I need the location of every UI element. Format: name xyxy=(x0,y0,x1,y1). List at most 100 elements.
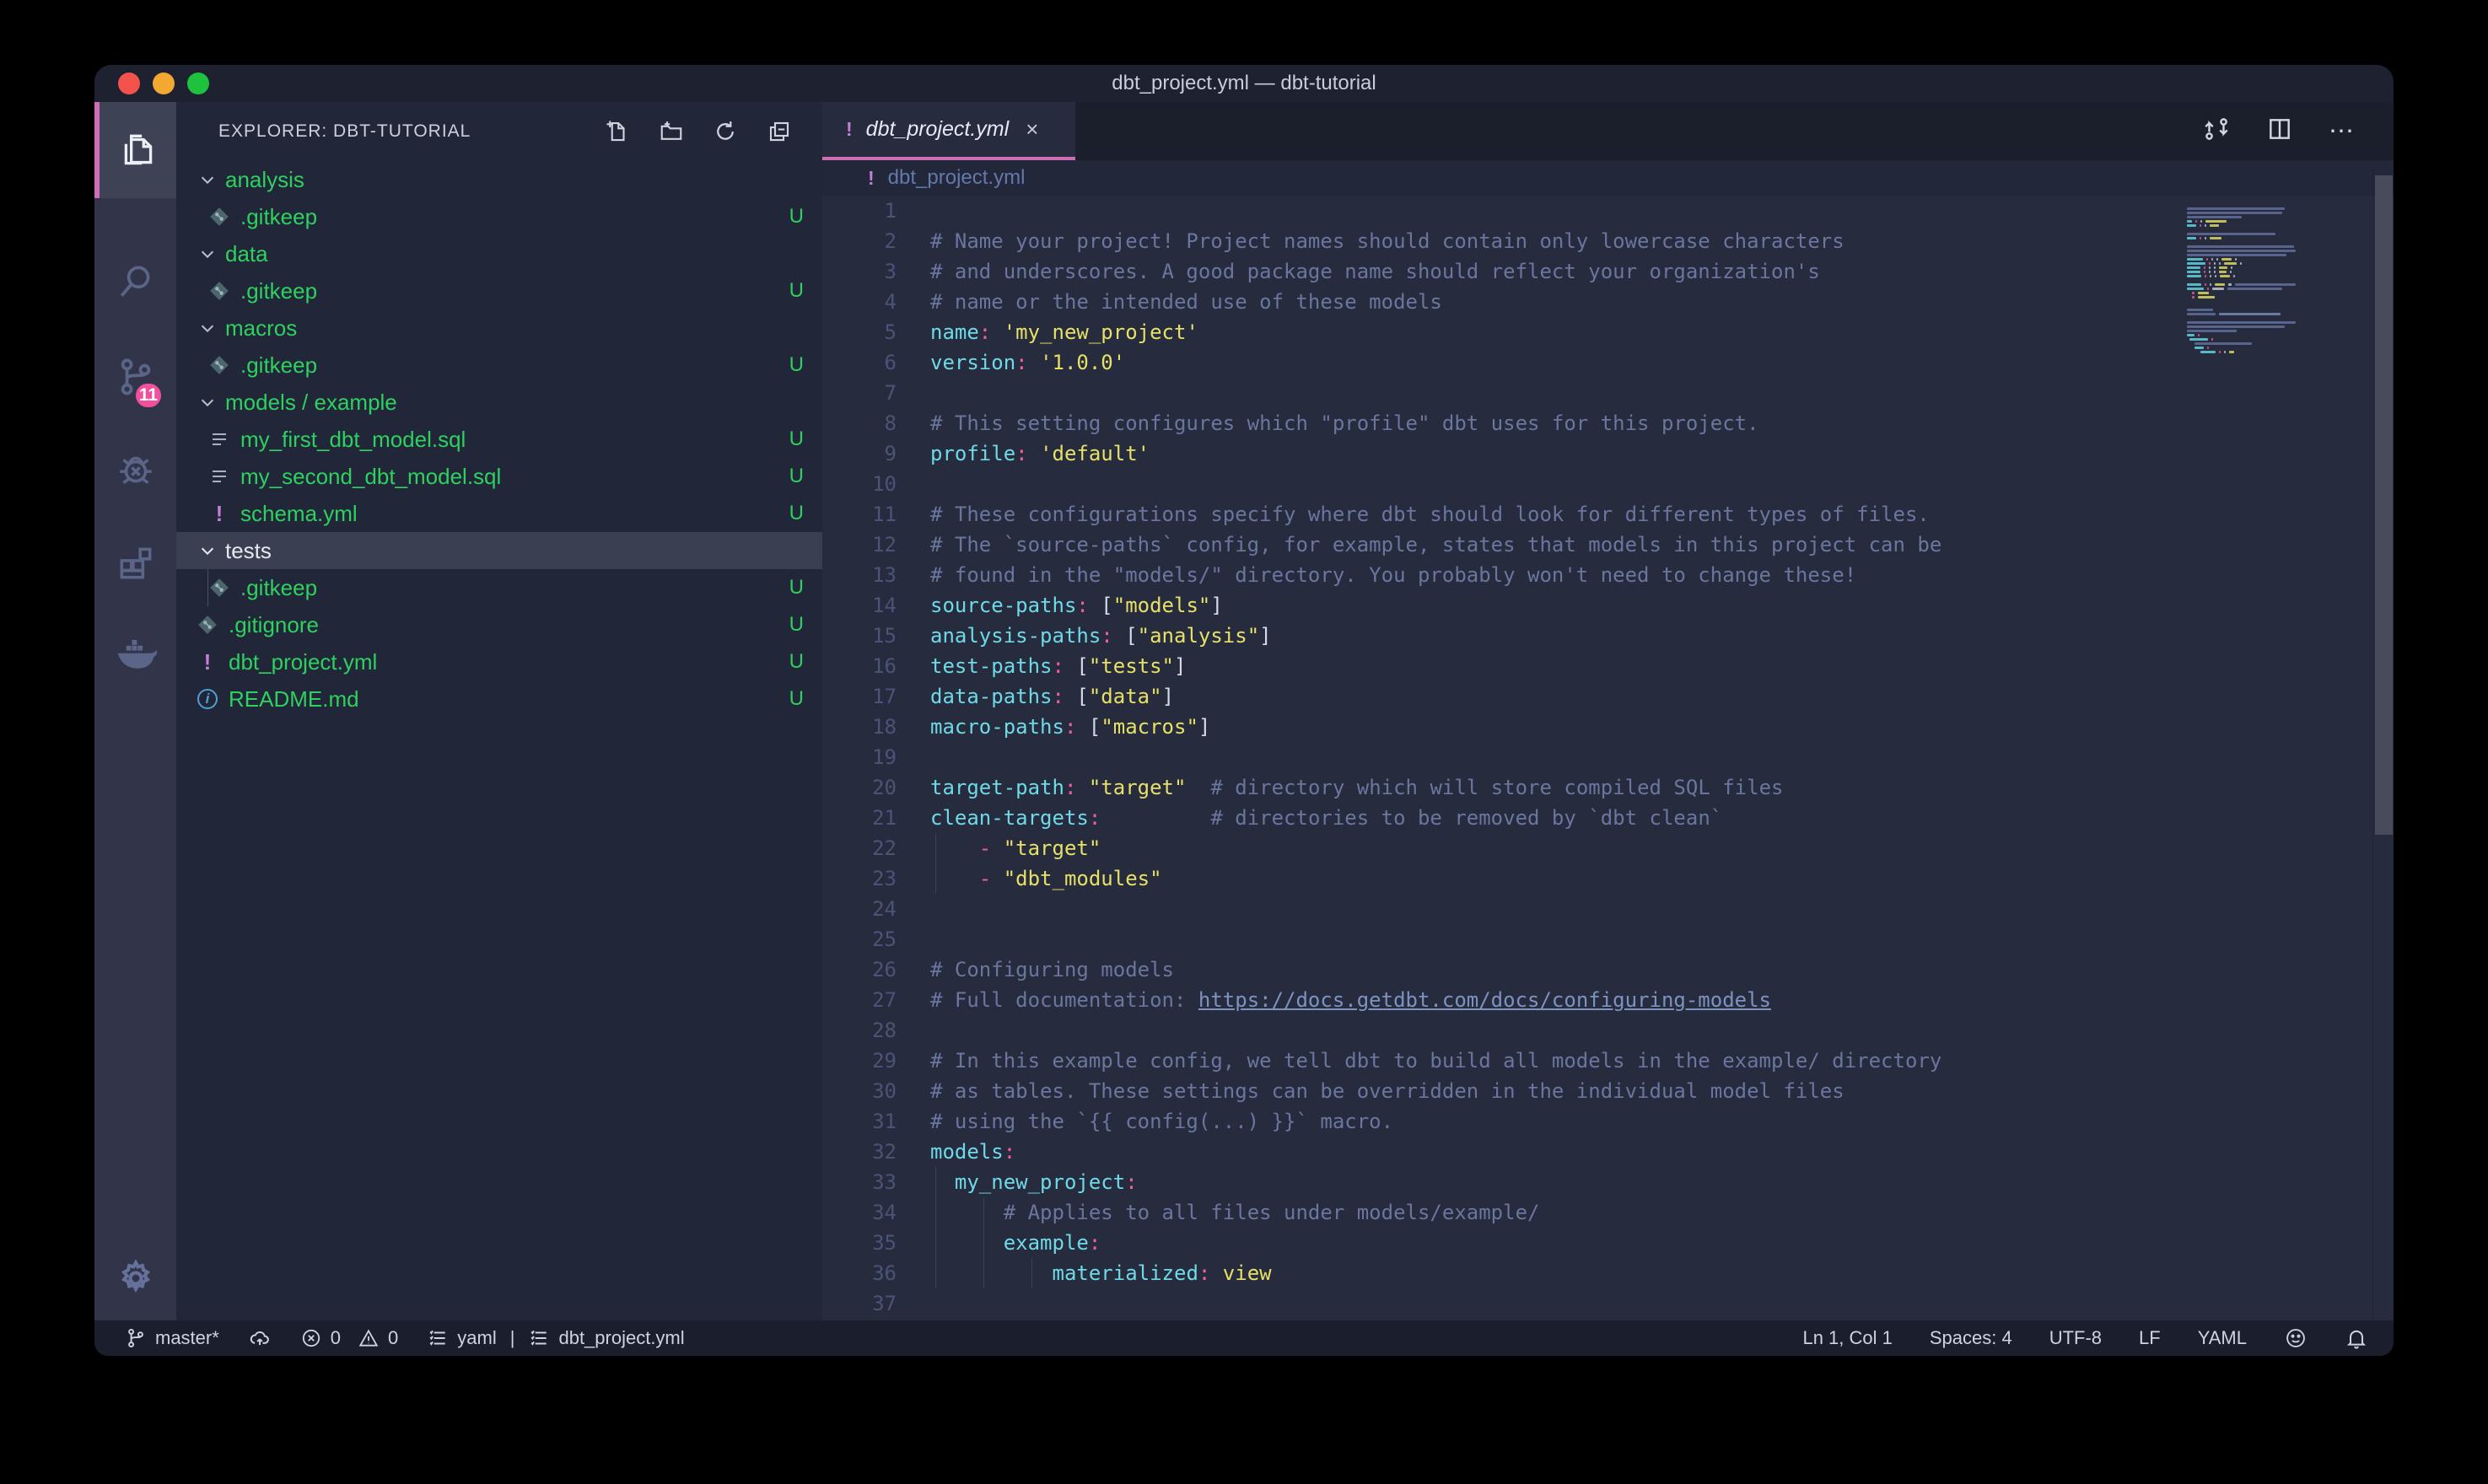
code-line[interactable]: 5name: 'my_new_project' xyxy=(822,317,2394,347)
tree-folder-macros[interactable]: macros xyxy=(176,309,822,347)
code-line[interactable]: 12# The `source-paths` config, for examp… xyxy=(822,530,2394,560)
tree-folder-data[interactable]: data xyxy=(176,235,822,272)
activity-source-control[interactable]: 11 xyxy=(94,331,176,423)
tree-file-my-second-dbt-model-sql[interactable]: my_second_dbt_model.sqlU xyxy=(176,458,822,495)
sync-status[interactable] xyxy=(248,1326,272,1350)
activity-explorer[interactable] xyxy=(94,102,176,198)
sql-file-icon xyxy=(208,466,230,487)
tree-file-schema-yml[interactable]: !schema.ymlU xyxy=(176,495,822,532)
code-line[interactable]: 33 my_new_project: xyxy=(822,1167,2394,1197)
traffic-lights xyxy=(118,73,209,94)
code-line[interactable]: 19 xyxy=(822,742,2394,772)
code-line[interactable]: 4# name or the intended use of these mod… xyxy=(822,287,2394,317)
outline-status[interactable]: yaml | dbt_project.yml xyxy=(427,1327,684,1349)
eol-status[interactable]: LF xyxy=(2139,1327,2161,1349)
tree-file--gitkeep[interactable]: .gitkeepU xyxy=(176,198,822,235)
code-line[interactable]: 29# In this example config, we tell dbt … xyxy=(822,1046,2394,1076)
activity-debug[interactable] xyxy=(94,423,176,516)
activity-settings[interactable] xyxy=(94,1232,176,1325)
code-line[interactable]: 34 # Applies to all files under models/e… xyxy=(822,1197,2394,1228)
tree-file--gitkeep[interactable]: .gitkeepU xyxy=(176,272,822,309)
cursor-position[interactable]: Ln 1, Col 1 xyxy=(1802,1327,1892,1349)
notifications-bell-icon[interactable] xyxy=(2345,1326,2368,1350)
bug-icon xyxy=(115,449,157,491)
problems-status[interactable]: 0 0 xyxy=(300,1327,399,1349)
activity-search[interactable] xyxy=(94,235,176,328)
code-line[interactable]: 7 xyxy=(822,378,2394,408)
code-line[interactable]: 22 - "target" xyxy=(822,833,2394,863)
code-token xyxy=(1076,715,1088,739)
branch-status[interactable]: master* xyxy=(125,1327,219,1349)
code-line[interactable]: 31# using the `{{ config(...) }}` macro. xyxy=(822,1106,2394,1137)
code-line[interactable]: 15analysis-paths: ["analysis"] xyxy=(822,621,2394,651)
code-line[interactable]: 6version: '1.0.0' xyxy=(822,347,2394,378)
code-line[interactable]: 24 xyxy=(822,894,2394,924)
new-folder-button[interactable] xyxy=(659,119,684,144)
encoding-status[interactable]: UTF-8 xyxy=(2049,1327,2102,1349)
activity-docker[interactable] xyxy=(94,609,176,702)
zoom-window-button[interactable] xyxy=(187,73,209,94)
code-line[interactable]: 23 - "dbt_modules" xyxy=(822,863,2394,894)
code-line[interactable]: 10 xyxy=(822,469,2394,499)
doc-link[interactable]: https://docs.getdbt.com/docs/configuring… xyxy=(1198,988,1771,1012)
tree-folder-analysis[interactable]: analysis xyxy=(176,161,822,198)
tree-file--gitignore[interactable]: .gitignoreU xyxy=(176,606,822,643)
code-line[interactable]: 26# Configuring models xyxy=(822,954,2394,985)
tree-file--gitkeep[interactable]: .gitkeepU xyxy=(176,347,822,384)
split-editor-icon[interactable] xyxy=(2266,116,2293,147)
breadcrumb[interactable]: ! dbt_project.yml xyxy=(822,160,2394,196)
tree-folder-tests[interactable]: tests xyxy=(176,532,822,569)
status-bar: master* 0 0 yaml | xyxy=(94,1320,2394,1356)
code-line[interactable]: 17data-paths: ["data"] xyxy=(822,681,2394,712)
code-line[interactable]: 11# These configurations specify where d… xyxy=(822,499,2394,530)
tab-close-icon[interactable]: × xyxy=(1026,116,1038,142)
code-token: - xyxy=(979,867,1004,890)
breadcrumb-file[interactable]: dbt_project.yml xyxy=(888,166,1026,190)
code-line[interactable]: 2# Name your project! Project names shou… xyxy=(822,226,2394,256)
language-mode[interactable]: YAML xyxy=(2198,1327,2247,1349)
code-line[interactable]: 37 xyxy=(822,1288,2394,1319)
tree-file-my-first-dbt-model-sql[interactable]: my_first_dbt_model.sqlU xyxy=(176,421,822,458)
code-token xyxy=(1028,442,1040,465)
minimap[interactable] xyxy=(2187,203,2343,359)
code-line[interactable]: 21clean-targets: # directories to be rem… xyxy=(822,803,2394,833)
line-number: 13 xyxy=(822,560,897,590)
collapse-all-button[interactable] xyxy=(767,119,792,144)
code-line[interactable]: 36 materialized: view xyxy=(822,1258,2394,1288)
indentation-status[interactable]: Spaces: 4 xyxy=(1930,1327,2012,1349)
code-line[interactable]: 13# found in the "models/" directory. Yo… xyxy=(822,560,2394,590)
close-window-button[interactable] xyxy=(118,73,140,94)
code-token: # Applies to all files under models/exam… xyxy=(1004,1201,1540,1224)
code-line[interactable]: 32models: xyxy=(822,1137,2394,1167)
activity-extensions[interactable] xyxy=(94,516,176,609)
code-token xyxy=(930,1201,1004,1224)
refresh-button[interactable] xyxy=(713,119,738,144)
tree-folder-models-example[interactable]: models / example xyxy=(176,384,822,421)
code-line[interactable]: 35 example: xyxy=(822,1228,2394,1258)
code-line[interactable]: 16test-paths: ["tests"] xyxy=(822,651,2394,681)
tree-file--gitkeep[interactable]: .gitkeepU xyxy=(176,569,822,606)
code-line[interactable]: 20target-path: "target" # directory whic… xyxy=(822,772,2394,803)
code-line[interactable]: 1 xyxy=(822,196,2394,226)
code-editor[interactable]: 12# Name your project! Project names sho… xyxy=(822,196,2394,1320)
code-line[interactable]: 28 xyxy=(822,1015,2394,1046)
indent-guide xyxy=(935,863,936,894)
code-line[interactable]: 25 xyxy=(822,924,2394,954)
code-line[interactable]: 3# and underscores. A good package name … xyxy=(822,256,2394,287)
code-line[interactable]: 27# Full documentation: https://docs.get… xyxy=(822,985,2394,1015)
more-actions-icon[interactable]: ⋯ xyxy=(2329,116,2356,146)
code-line[interactable]: 14source-paths: ["models"] xyxy=(822,590,2394,621)
tree-file-dbt-project-yml[interactable]: !dbt_project.ymlU xyxy=(176,643,822,680)
code-line[interactable]: 18macro-paths: ["macros"] xyxy=(822,712,2394,742)
minimize-window-button[interactable] xyxy=(153,73,175,94)
line-number: 29 xyxy=(822,1046,897,1076)
feedback-smiley-icon[interactable] xyxy=(2284,1326,2308,1350)
code-line[interactable]: 8# This setting configures which "profil… xyxy=(822,408,2394,438)
open-changes-icon[interactable] xyxy=(2202,115,2231,148)
tree-file-readme-md[interactable]: iREADME.mdU xyxy=(176,680,822,718)
code-line[interactable]: 9profile: 'default' xyxy=(822,438,2394,469)
code-line[interactable]: 30# as tables. These settings can be ove… xyxy=(822,1076,2394,1106)
tab-dbt-project-yml[interactable]: ! dbt_project.yml × xyxy=(822,102,1075,160)
new-file-button[interactable] xyxy=(605,119,630,144)
scrollbar-thumb[interactable] xyxy=(2375,175,2393,835)
